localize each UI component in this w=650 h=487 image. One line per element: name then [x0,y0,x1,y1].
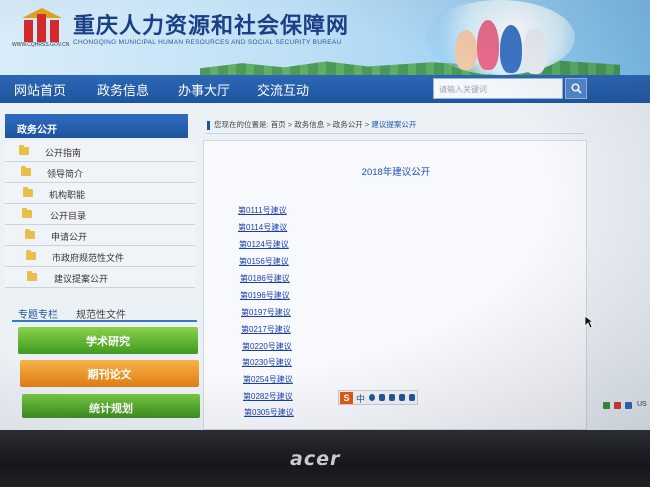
site-logo[interactable] [18,6,66,42]
site-subtitle: CHONGQING MUNICIPAL HUMAN RESOURCES AND … [73,39,342,46]
proposal-link[interactable]: 第0196号建议 [240,290,290,301]
sidebar-item-guide[interactable]: 公开指南 [5,141,195,162]
nav-interaction[interactable]: 交流互动 [257,80,309,99]
keyboard-icon[interactable] [389,394,395,401]
breadcrumb-prefix: 您现在的位置是: [214,120,269,129]
sidebar-item-leaders[interactable]: 领导简介 [5,162,195,183]
folder-icon [23,187,33,197]
proposal-link[interactable]: 第0282号建议 [243,391,293,402]
moon-icon[interactable] [369,394,375,401]
proposal-link[interactable]: 第0305号建议 [244,407,294,418]
tools-icon[interactable] [409,394,415,401]
proposal-link[interactable]: 第0156号建议 [239,256,289,267]
sidebar-item-regulations[interactable]: 市政府规范性文件 [5,246,195,267]
sidebar-item-label: 建议提案公开 [54,274,109,284]
sogou-ime-icon[interactable]: S [340,392,353,404]
promo-statistical-planning[interactable]: 统计规划 [22,394,200,418]
proposal-link[interactable]: 第0217号建议 [241,324,291,335]
ime-language-toggle[interactable]: 中 [356,392,365,405]
folder-icon [22,208,32,218]
tray-app-icon[interactable] [614,402,621,409]
search-icon [571,83,582,94]
folder-icon [21,166,31,176]
breadcrumb-path[interactable]: 首页 > 政务信息 > 政务公开 > [271,120,372,129]
nav-service-hall[interactable]: 办事大厅 [178,80,230,99]
monitor-brand-logo: acer [290,448,341,470]
sidebar-item-label: 领导简介 [47,169,84,179]
browser-page: WWW.CQHRSS.GOV.CN 重庆人力资源和社会保障网 CHONGQING… [0,0,650,430]
main-nav: 网站首页 政务信息 办事大厅 交流互动 请输入关键词 [0,75,650,103]
folder-icon [25,229,35,239]
promo-academic-research[interactable]: 学术研究 [18,327,198,354]
sidebar-item-functions[interactable]: 机构职能 [5,183,195,204]
site-url: WWW.CQHRSS.GOV.CN [12,42,70,48]
folder-icon [26,250,36,260]
site-title: 重庆人力资源和社会保障网 [73,14,350,39]
sidebar-item-label: 公开指南 [45,148,82,158]
tray-app-icon[interactable] [625,402,632,409]
site-header: WWW.CQHRSS.GOV.CN 重庆人力资源和社会保障网 CHONGQING… [0,0,650,75]
punctuation-icon[interactable] [379,394,385,401]
sidebar-item-catalog[interactable]: 公开目录 [5,204,195,225]
tab-normative-docs[interactable]: 规范性文件 [76,306,126,321]
nav-home[interactable]: 网站首页 [14,80,66,99]
breadcrumb-current[interactable]: 建议提案公开 [371,120,416,129]
sidebar-header: 政务公开 [5,114,188,138]
proposal-link[interactable]: 第0230号建议 [242,357,292,368]
search-button[interactable] [565,78,587,99]
proposal-link[interactable]: 第0220号建议 [242,341,292,352]
content-panel: 2018年建议公开 第0111号建议 第0114号建议 第0124号建议 第01… [203,140,587,430]
mouse-cursor-icon [584,315,594,329]
sidebar-item-apply[interactable]: 申请公开 [5,225,195,246]
tray-app-icon[interactable] [603,402,610,409]
proposal-link[interactable]: 第0197号建议 [241,307,291,318]
proposal-link[interactable]: 第0254号建议 [243,374,293,385]
proposal-link[interactable]: 第0111号建议 [238,205,287,216]
search-input[interactable]: 请输入关键词 [433,78,563,99]
proposal-link[interactable]: 第0124号建议 [239,239,289,250]
proposal-link[interactable]: 第0186号建议 [240,273,290,284]
folder-icon [19,145,29,155]
breadcrumb: 您现在的位置是: 首页 > 政务信息 > 政务公开 > 建议提案公开 [205,116,585,134]
input-language-indicator[interactable]: US [637,401,647,408]
special-tabs: 专题专栏 规范性文件 [12,306,197,322]
proposal-link[interactable]: 第0114号建议 [238,222,287,233]
sidebar-item-proposals[interactable]: 建议提案公开 [5,267,195,288]
tab-special-topics[interactable]: 专题专栏 [18,306,58,321]
header-family-image [425,0,575,75]
promo-journal-papers[interactable]: 期刊论文 [20,360,199,387]
sidebar-item-label: 申请公开 [51,232,88,242]
nav-government-info[interactable]: 政务信息 [97,80,149,99]
system-tray: US [603,400,650,414]
sidebar-item-label: 市政府规范性文件 [52,253,125,263]
ime-toolbar[interactable]: S 中 [338,390,418,405]
sidebar-item-label: 公开目录 [50,211,87,221]
skin-icon[interactable] [399,394,405,401]
page-title: 2018年建议公开 [361,167,431,178]
folder-icon [27,271,37,281]
sidebar-item-label: 机构职能 [49,190,86,200]
